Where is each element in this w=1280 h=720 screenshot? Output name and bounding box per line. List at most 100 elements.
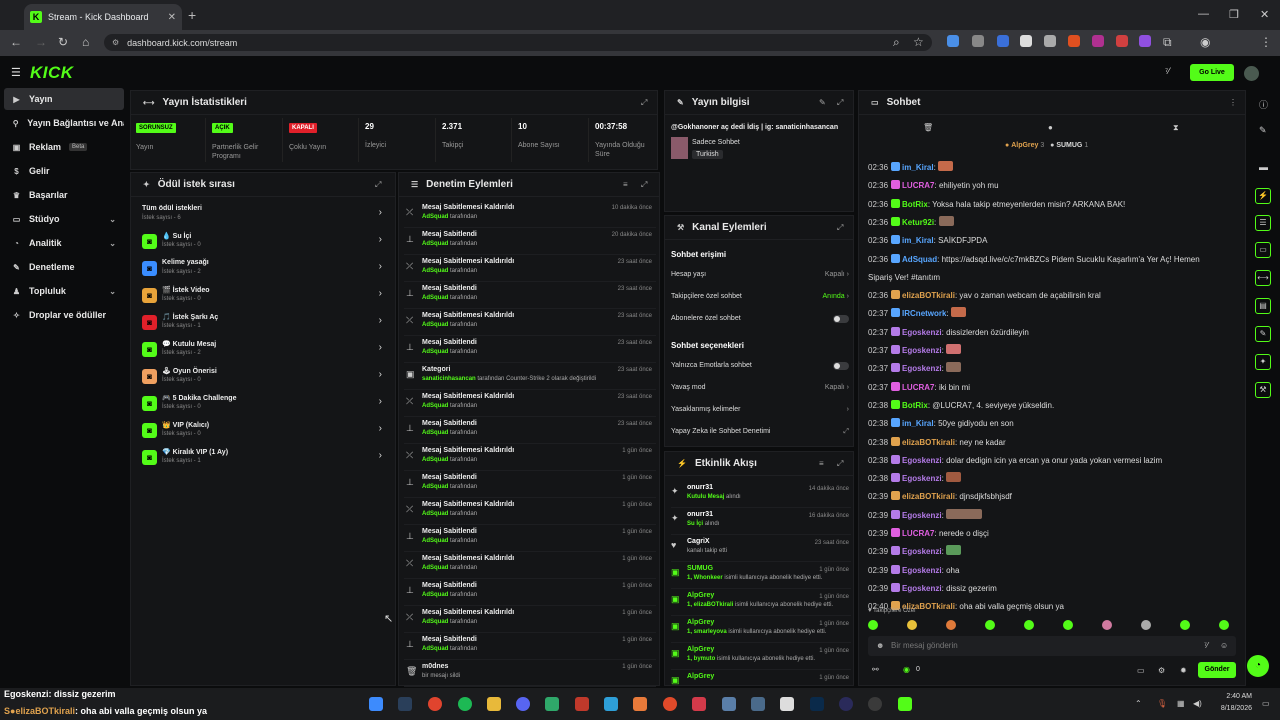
sidebar-item-topluluk[interactable]: ♟ Topluluk ⌄ (4, 280, 124, 302)
photoshop-icon[interactable] (810, 697, 824, 711)
sidebar-item-reklam[interactable]: ▣ Reklam Beta (4, 136, 124, 158)
home-icon[interactable]: ⌂ (82, 35, 89, 49)
moderator-name[interactable]: AdSquad (422, 511, 448, 517)
quick-emote[interactable] (907, 620, 917, 630)
subscribers-only-toggle[interactable] (833, 315, 849, 323)
activity-user[interactable]: AlpGrey (687, 619, 714, 626)
tray-chevron-icon[interactable]: ⌃ (1135, 699, 1142, 708)
app-icon[interactable] (751, 697, 765, 711)
sidebar-item-yayin[interactable]: ▶ Yayın (4, 88, 124, 110)
moderator-name[interactable]: AdSquad (422, 538, 448, 544)
followers-only-setting[interactable]: Takipçilere özel sohbet Anında › (671, 293, 849, 307)
quick-emote[interactable] (1180, 620, 1190, 630)
app-icon[interactable] (663, 697, 677, 711)
wrench-icon[interactable]: ✎ (1255, 326, 1271, 342)
zoom-icon[interactable]: ⌕ (893, 35, 900, 50)
moderator-name[interactable]: AdSquad (422, 241, 448, 247)
gift-icon[interactable]: ✦ (1255, 354, 1271, 370)
gear-icon[interactable]: ⚙ (1158, 666, 1165, 675)
app-icon[interactable] (722, 697, 736, 711)
popout-icon[interactable]: ⤢ (837, 98, 843, 108)
chat-username[interactable]: BotRix (902, 401, 928, 410)
maximize-icon[interactable]: ❐ (1229, 8, 1239, 21)
kick-logo[interactable]: KICK (30, 63, 74, 83)
moderator-name[interactable]: AdSquad (422, 403, 448, 409)
sidebar-item-gelir[interactable]: $ Gelir (4, 160, 124, 182)
quick-emote[interactable] (1141, 620, 1151, 630)
popout-icon[interactable]: ⤢ (375, 180, 381, 190)
moderator-name[interactable]: AdSquad (422, 592, 448, 598)
edit-icon[interactable]: ✎ (819, 98, 826, 107)
chat-username[interactable]: elizaBOTkirali (902, 291, 955, 300)
chat-username[interactable]: BotRix (902, 200, 928, 209)
quick-emote[interactable] (868, 620, 878, 630)
chat-username[interactable]: LUCRA7 (902, 383, 934, 392)
url-bar[interactable]: ⚙ dashboard.kick.com/stream (104, 34, 932, 51)
activity-user[interactable]: CagriX (687, 538, 710, 545)
activity-user[interactable]: AlpGrey (687, 592, 714, 599)
chat-username[interactable]: im_Kiral (902, 236, 934, 245)
filter-icon[interactable]: ≡ (623, 180, 628, 189)
chat-username[interactable]: Egoskenzi (902, 511, 942, 520)
reward-queue-item[interactable]: Tüm ödül istekleri İstek sayısı - 6 › (142, 203, 382, 227)
moderator-name[interactable]: AdSquad (422, 214, 448, 220)
extension-icon[interactable] (1092, 35, 1104, 47)
chat-username[interactable]: elizaBOTkirali (902, 492, 955, 501)
clock-date[interactable]: 8/18/2026 (1210, 705, 1252, 712)
menu-icon[interactable]: ☰ (11, 66, 21, 79)
moderator-name[interactable]: AdSquad (422, 349, 448, 355)
mic-icon[interactable]: 🎙 (1157, 699, 1167, 708)
app-icon[interactable] (604, 697, 618, 711)
moderator-name[interactable]: AdSquad (422, 322, 448, 328)
chat-username[interactable]: LUCRA7 (902, 529, 934, 538)
category-name[interactable]: Sadece Sohbet (692, 139, 740, 146)
app-icon[interactable] (692, 697, 706, 711)
back-icon[interactable]: ← (10, 35, 22, 49)
reload-icon[interactable]: ↻ (58, 35, 68, 49)
reward-queue-item[interactable]: ◙ 👑 VIP (Kalıcı) İstek sayısı - 0 › (142, 419, 382, 443)
quick-emote[interactable] (946, 620, 956, 630)
go-live-button[interactable]: Go Live (1190, 64, 1234, 81)
reward-queue-item[interactable]: ◙ 💧 Su İçi İstek sayısı - 0 › (142, 230, 382, 254)
chat-username[interactable]: Egoskenzi (902, 456, 942, 465)
slow-mode-setting[interactable]: Yavaş mod Kapalı › (671, 384, 849, 398)
app-icon[interactable] (780, 697, 794, 711)
chat-username[interactable]: Egoskenzi (902, 584, 942, 593)
quick-emote[interactable] (985, 620, 995, 630)
reward-queue-item[interactable]: ◙ 🎮 5 Dakika Challenge İstek sayısı - 0 › (142, 392, 382, 416)
chat-username[interactable]: Ketur92i (902, 218, 934, 227)
activity-user[interactable]: AlpGrey (687, 646, 714, 653)
account-age-setting[interactable]: Hesap yaşı Kapalı › (671, 271, 849, 285)
sidebar-item-basarilar[interactable]: ♛ Başarılar (4, 184, 124, 206)
activity-user[interactable]: AlpGrey (687, 673, 714, 680)
extension-icon[interactable] (1068, 35, 1080, 47)
chat-input[interactable]: ☻ Bir mesaj gönderin ⁷⁄ ☺ (868, 636, 1236, 656)
extensions-puzzle-icon[interactable]: ⧉ (1163, 35, 1172, 50)
reward-queue-item[interactable]: ◙ Kelime yasağı İstek sayısı - 2 › (142, 257, 382, 281)
quick-emote[interactable] (1102, 620, 1112, 630)
banned-words-setting[interactable]: Yasaklanmış kelimeler › (671, 406, 849, 420)
info-icon[interactable]: ⓘ (1259, 98, 1268, 111)
bolt-icon[interactable]: ⚡ (1255, 188, 1271, 204)
forward-icon[interactable]: → (35, 35, 47, 49)
quick-emote[interactable] (1063, 620, 1073, 630)
volume-icon[interactable]: ◀) (1193, 699, 1202, 708)
app-icon[interactable] (839, 697, 853, 711)
activity-user[interactable]: onurr31 (687, 511, 713, 518)
clock-time[interactable]: 2:40 AM (1210, 693, 1252, 700)
start-icon[interactable] (369, 697, 383, 711)
chat-username[interactable]: Egoskenzi (902, 474, 942, 483)
support-chat-icon[interactable]: ◔ (1247, 655, 1269, 677)
moderator-name[interactable]: AdSquad (422, 565, 448, 571)
activity-user[interactable]: onurr31 (687, 484, 713, 491)
extension-icon[interactable] (1044, 35, 1056, 47)
reward-queue-item[interactable]: ◙ 🕹 Oyun Önerisi İstek sayısı - 0 › (142, 365, 382, 389)
chat-bubble-icon[interactable]: ▭ (1137, 666, 1145, 675)
popout-icon[interactable]: ⤢ (641, 98, 647, 108)
popout-icon[interactable]: ⤢ (641, 180, 647, 190)
sidebar-item-denetleme[interactable]: ✎ Denetleme (4, 256, 124, 278)
sidebar-item-studyo[interactable]: ▭ Stüdyo ⌄ (4, 208, 124, 230)
obs-icon[interactable] (868, 697, 882, 711)
chat-username[interactable]: Egoskenzi (902, 547, 942, 556)
reward-queue-item[interactable]: ◙ 🎬 İstek Video İstek sayısı - 0 › (142, 284, 382, 308)
